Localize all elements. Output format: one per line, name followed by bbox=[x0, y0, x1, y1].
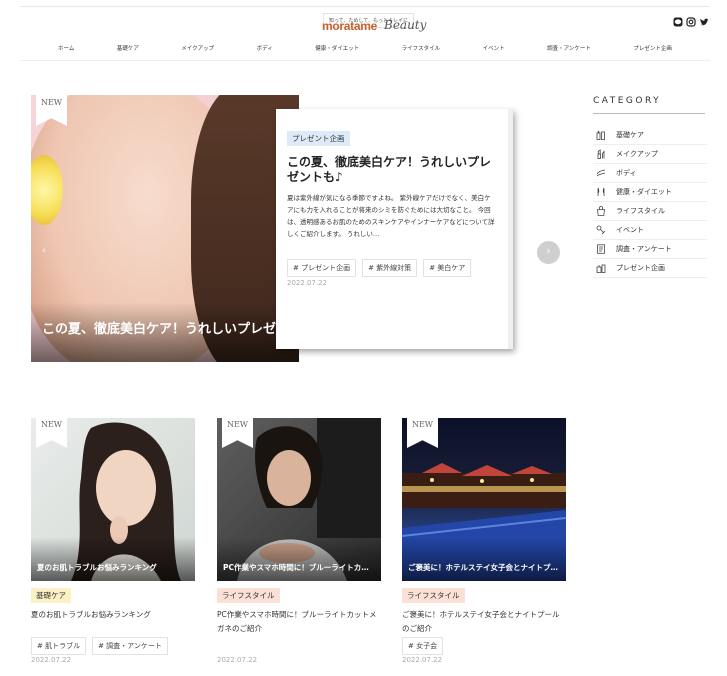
category-item-lifestyle[interactable]: ライフスタイル bbox=[593, 202, 707, 221]
post-thumbnail-shade bbox=[31, 537, 195, 581]
bag-icon bbox=[595, 206, 607, 216]
new-ribbon-label: NEW bbox=[40, 420, 63, 429]
card-scrollbar[interactable] bbox=[508, 109, 513, 349]
post-thumbnail-title: 夏のお肌トラブルお悩みランキング bbox=[37, 563, 157, 572]
post-category-badge[interactable]: ライフスタイル bbox=[402, 588, 465, 603]
post-date: 2022.07.22 bbox=[31, 656, 72, 664]
category-item-label: メイクアップ bbox=[616, 150, 658, 158]
post-thumbnail-shade bbox=[402, 537, 566, 581]
nav-item-body[interactable]: ボディ bbox=[257, 44, 273, 52]
post-thumbnail[interactable]: 夏のお肌トラブルお悩みランキング bbox=[31, 418, 195, 581]
survey-icon bbox=[595, 244, 607, 254]
category-list: 基礎ケア メイクアップ ボディ 健康・ダイエット ライフスタイル イベント 調査… bbox=[593, 126, 707, 278]
nav-item-basic-care[interactable]: 基礎ケア bbox=[117, 44, 139, 52]
lipstick-icon bbox=[595, 149, 607, 159]
category-item-present[interactable]: プレゼント企画 bbox=[593, 259, 707, 278]
hero-article-excerpt: 夏は紫外線が気になる季節ですよね。 紫外線ケアだけでなく、美白ケアにも力を入れる… bbox=[287, 194, 495, 238]
category-item-label: 基礎ケア bbox=[616, 131, 644, 139]
post-thumbnail[interactable]: ご褒美に！ホテルステイ女子会とナイトプ… bbox=[402, 418, 566, 581]
nav-divider bbox=[20, 60, 710, 61]
post-thumbnail-shade bbox=[217, 537, 381, 581]
tag-whitening[interactable]: # 美白ケア bbox=[423, 259, 472, 277]
slider-prev-button[interactable]: ‹ bbox=[42, 246, 46, 256]
site-logo[interactable]: 知って、ためして、もっとキレイに moratame Beauty bbox=[322, 13, 432, 35]
post-category-badge[interactable]: 基礎ケア bbox=[31, 588, 71, 603]
twitter-icon[interactable] bbox=[699, 12, 709, 26]
main-nav: ホーム 基礎ケア メイクアップ ボディ 健康・ダイエット ライフスタイル イベン… bbox=[20, 44, 710, 52]
post-card[interactable]: 夏のお肌トラブルお悩みランキング 基礎ケア 夏のお肌トラブルお悩みランキング #… bbox=[31, 418, 195, 664]
tag-skin-trouble[interactable]: # 肌トラブル bbox=[31, 637, 87, 655]
nav-item-present[interactable]: プレゼント企画 bbox=[633, 44, 672, 52]
post-tag-list: # 肌トラブル # 調査・アンケート bbox=[31, 637, 168, 655]
hero-tag-list: # プレゼント企画 # 紫外線対策 # 美白ケア bbox=[287, 259, 472, 277]
social-links bbox=[673, 12, 709, 27]
category-item-survey[interactable]: 調査・アンケート bbox=[593, 240, 707, 259]
category-item-label: 健康・ダイエット bbox=[616, 188, 672, 196]
body-icon bbox=[595, 168, 607, 178]
event-icon bbox=[595, 225, 607, 235]
line-icon[interactable] bbox=[673, 12, 683, 27]
category-item-basic-care[interactable]: 基礎ケア bbox=[593, 126, 707, 145]
tag-present[interactable]: # プレゼント企画 bbox=[287, 259, 357, 277]
post-title[interactable]: ご褒美に！ホテルステイ女子会とナイトプールのご紹介 bbox=[402, 608, 566, 636]
post-title[interactable]: 夏のお肌トラブルお悩みランキング bbox=[31, 608, 195, 622]
hero-image-title: この夏、徹底美白ケア！うれしいプレゼント… bbox=[42, 322, 299, 337]
instagram-icon[interactable] bbox=[686, 12, 696, 27]
category-item-health-diet[interactable]: 健康・ダイエット bbox=[593, 183, 707, 202]
category-heading-underline bbox=[593, 113, 705, 114]
nav-item-home[interactable]: ホーム bbox=[58, 44, 74, 52]
tag-girls-party[interactable]: # 女子会 bbox=[402, 637, 444, 655]
new-ribbon-label: NEW bbox=[226, 420, 249, 429]
logo-brand-suffix: Beauty bbox=[384, 18, 427, 32]
post-card[interactable]: PC作業やスマホ時間に！ブルーライトカ… ライフスタイル PC作業やスマホ時間に… bbox=[217, 418, 381, 664]
category-item-event[interactable]: イベント bbox=[593, 221, 707, 240]
slider-next-button[interactable]: › bbox=[537, 241, 560, 264]
hero-category-badge[interactable]: プレゼント企画 bbox=[287, 131, 350, 146]
category-item-label: プレゼント企画 bbox=[616, 264, 665, 272]
category-item-body[interactable]: ボディ bbox=[593, 164, 707, 183]
post-thumbnail-title: ご褒美に！ホテルステイ女子会とナイトプ… bbox=[408, 563, 558, 572]
hero-article-card[interactable]: プレゼント企画 この夏、徹底美白ケア！うれしいプレゼントも♪ 夏は紫外線が気にな… bbox=[276, 109, 513, 349]
post-date: 2022.07.22 bbox=[402, 656, 443, 664]
diet-icon bbox=[595, 187, 607, 197]
nav-item-lifestyle[interactable]: ライフスタイル bbox=[402, 44, 441, 52]
category-item-makeup[interactable]: メイクアップ bbox=[593, 145, 707, 164]
tag-survey[interactable]: # 調査・アンケート bbox=[92, 637, 168, 655]
top-divider bbox=[20, 6, 710, 7]
logo-brand: moratame bbox=[322, 19, 377, 33]
category-heading: CATEGORY bbox=[593, 96, 662, 106]
nav-item-health-diet[interactable]: 健康・ダイエット bbox=[315, 44, 359, 52]
new-ribbon-label: NEW bbox=[40, 98, 63, 107]
post-title[interactable]: PC作業やスマホ時間に！ブルーライトカットメガネのご紹介 bbox=[217, 608, 381, 636]
post-tag-list: # 女子会 bbox=[402, 637, 444, 655]
hero-article-date: 2022.07.22 bbox=[287, 279, 328, 287]
category-item-label: ライフスタイル bbox=[616, 207, 665, 215]
post-card[interactable]: ご褒美に！ホテルステイ女子会とナイトプ… ライフスタイル ご褒美に！ホテルステイ… bbox=[402, 418, 566, 664]
hero-image[interactable]: この夏、徹底美白ケア！うれしいプレゼント… bbox=[31, 95, 299, 362]
category-item-label: 調査・アンケート bbox=[616, 245, 672, 253]
bottles-icon bbox=[595, 130, 607, 140]
tag-uv[interactable]: # 紫外線対策 bbox=[362, 259, 418, 277]
post-category-badge[interactable]: ライフスタイル bbox=[217, 588, 280, 603]
nav-item-survey[interactable]: 調査・アンケート bbox=[547, 44, 591, 52]
nav-item-event[interactable]: イベント bbox=[483, 44, 505, 52]
category-item-label: ボディ bbox=[616, 169, 637, 177]
gift-icon bbox=[595, 263, 607, 273]
hero-article-title[interactable]: この夏、徹底美白ケア！うれしいプレゼントも♪ bbox=[287, 155, 497, 185]
category-item-label: イベント bbox=[616, 226, 644, 234]
new-ribbon-label: NEW bbox=[411, 420, 434, 429]
post-thumbnail[interactable]: PC作業やスマホ時間に！ブルーライトカ… bbox=[217, 418, 381, 581]
nav-item-makeup[interactable]: メイクアップ bbox=[181, 44, 214, 52]
post-thumbnail-title: PC作業やスマホ時間に！ブルーライトカ… bbox=[223, 563, 369, 572]
post-date: 2022.07.22 bbox=[217, 656, 258, 664]
